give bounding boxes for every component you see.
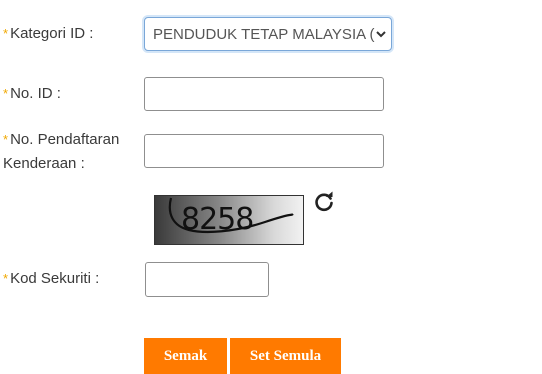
no-id-label: * No. ID : — [3, 82, 61, 106]
captcha-text: 8258 — [181, 202, 253, 237]
required-mark: * — [3, 271, 9, 286]
no-pendaftaran-label-line2: Kenderaan : — [3, 155, 85, 172]
set-semula-button[interactable]: Set Semula — [230, 338, 341, 374]
captcha-image: 8258 — [154, 195, 304, 245]
no-pendaftaran-input[interactable] — [144, 134, 384, 168]
required-mark: * — [3, 26, 9, 41]
no-id-label-text: No. ID : — [10, 85, 61, 102]
kod-sekuriti-input[interactable] — [145, 262, 269, 297]
semak-button[interactable]: Semak — [144, 338, 227, 374]
required-mark: * — [3, 86, 9, 101]
kategori-id-label-text: Kategori ID : — [10, 25, 94, 42]
kategori-id-selected-value: PENDUDUK TETAP MALAYSIA (P — [153, 25, 385, 43]
required-mark: * — [3, 132, 9, 147]
kod-sekuriti-label-text: Kod Sekuriti : — [10, 270, 100, 287]
kod-sekuriti-label: * Kod Sekuriti : — [3, 267, 99, 291]
no-pendaftaran-label-line1: No. Pendaftaran — [10, 131, 120, 148]
no-pendaftaran-label: * No. Pendaftaran Kenderaan : — [3, 128, 119, 176]
kategori-id-select[interactable]: PENDUDUK TETAP MALAYSIA (P — [144, 17, 392, 51]
chevron-down-icon — [375, 27, 387, 41]
refresh-icon[interactable] — [313, 191, 335, 213]
kategori-id-label: * Kategori ID : — [3, 22, 93, 46]
no-id-input[interactable] — [144, 77, 384, 111]
